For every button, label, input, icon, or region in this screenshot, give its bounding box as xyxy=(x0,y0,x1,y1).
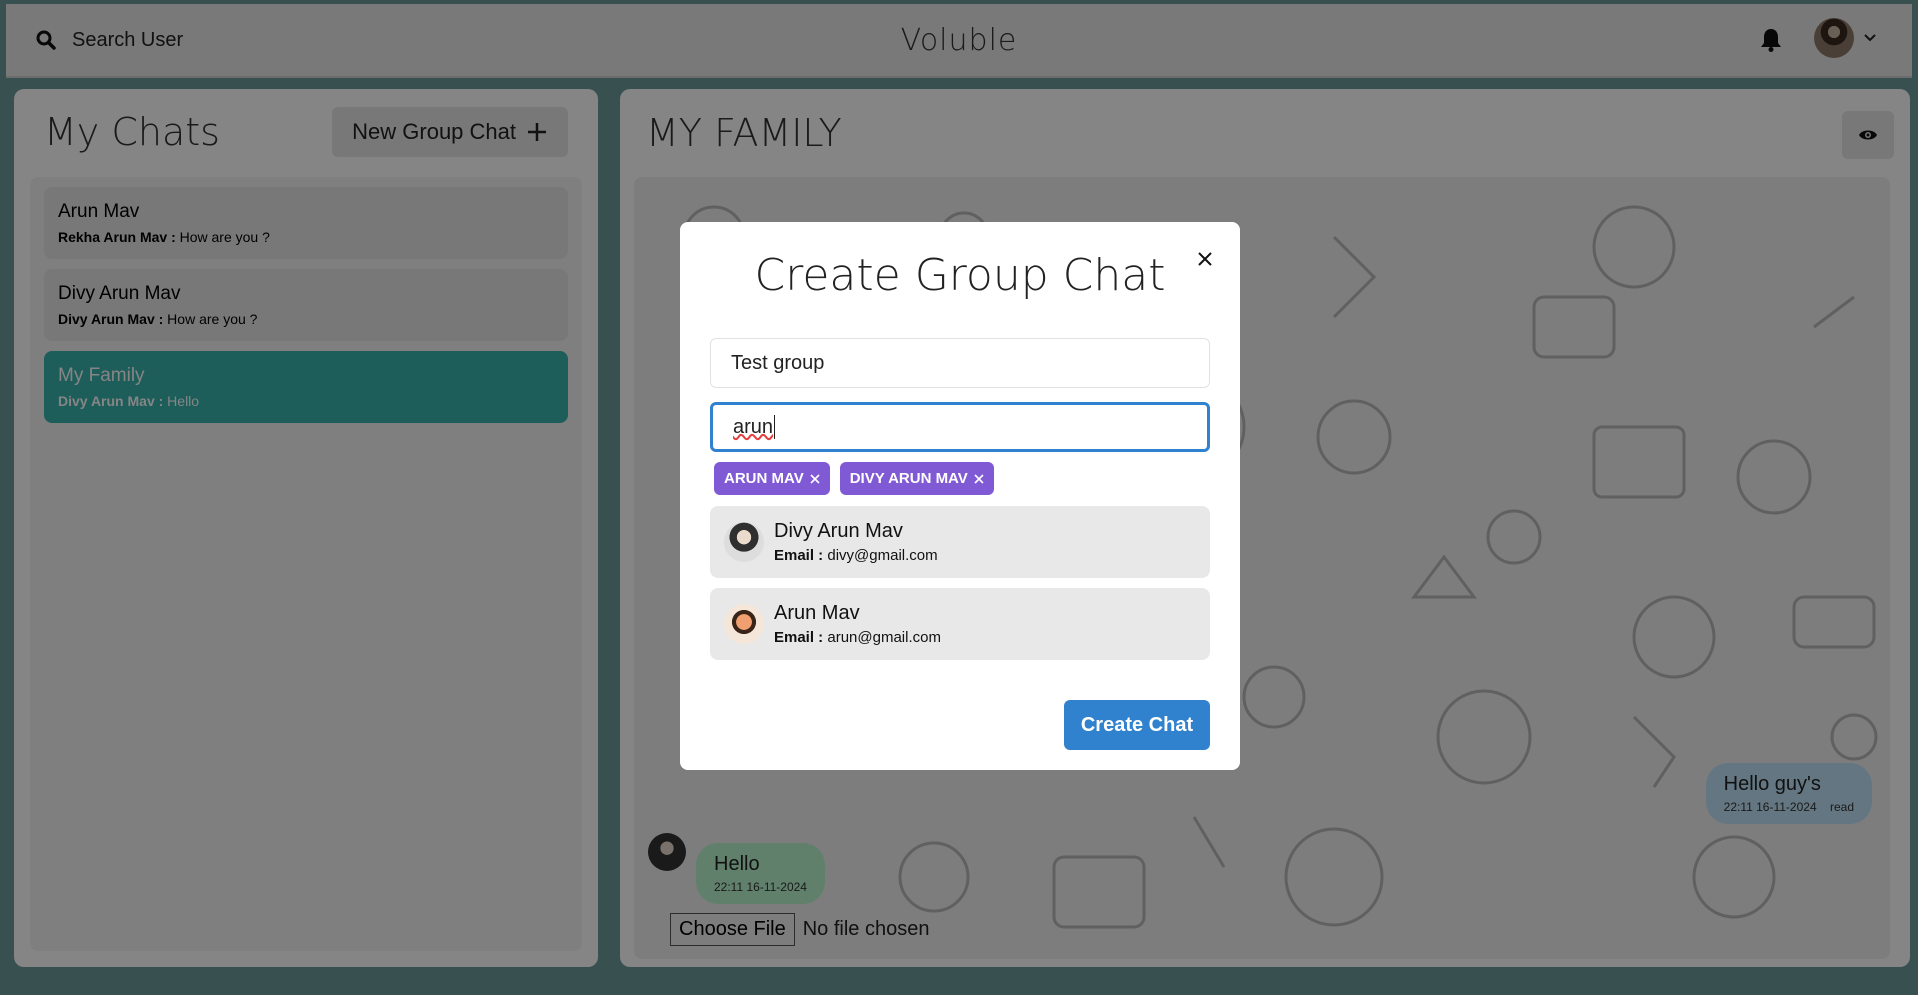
user-email-line: Email : arun@gmail.com xyxy=(774,629,941,646)
user-search-result[interactable]: Arun Mav Email : arun@gmail.com xyxy=(710,588,1210,660)
avatar xyxy=(724,604,764,644)
selected-users: ARUN MAV DIVY ARUN MAV xyxy=(714,462,994,495)
close-icon[interactable] xyxy=(810,473,820,484)
close-icon[interactable] xyxy=(974,473,984,484)
app-root: Search User Voluble My Chats New Group C… xyxy=(0,0,1918,995)
add-users-input[interactable]: arun xyxy=(710,402,1210,452)
add-users-value: arun xyxy=(733,415,774,438)
modal-close-button[interactable] xyxy=(1190,244,1220,274)
user-email-line: Email : divy@gmail.com xyxy=(774,547,938,564)
user-info: Divy Arun Mav Email : divy@gmail.com xyxy=(774,520,938,564)
user-email-label: Email : xyxy=(774,547,824,564)
user-tag-label: ARUN MAV xyxy=(724,470,804,487)
user-email: divy@gmail.com xyxy=(827,547,938,564)
user-tag: ARUN MAV xyxy=(714,462,830,495)
user-email-label: Email : xyxy=(774,629,824,646)
user-search-result[interactable]: Divy Arun Mav Email : divy@gmail.com xyxy=(710,506,1210,578)
avatar xyxy=(724,522,764,562)
user-email: arun@gmail.com xyxy=(827,629,941,646)
user-tag: DIVY ARUN MAV xyxy=(839,462,994,495)
group-name-value: Test group xyxy=(731,351,825,374)
text-caret xyxy=(774,415,776,439)
create-chat-button[interactable]: Create Chat xyxy=(1064,700,1210,750)
user-name: Arun Mav xyxy=(774,602,860,624)
user-name: Divy Arun Mav xyxy=(774,520,903,542)
user-info: Arun Mav Email : arun@gmail.com xyxy=(774,602,941,646)
create-group-modal: Create Group Chat Test group arun ARUN M… xyxy=(680,222,1240,770)
close-icon xyxy=(1198,252,1212,266)
modal-title: Create Group Chat xyxy=(754,250,1166,301)
group-name-input[interactable]: Test group xyxy=(710,338,1210,388)
user-tag-label: DIVY ARUN MAV xyxy=(849,470,968,487)
